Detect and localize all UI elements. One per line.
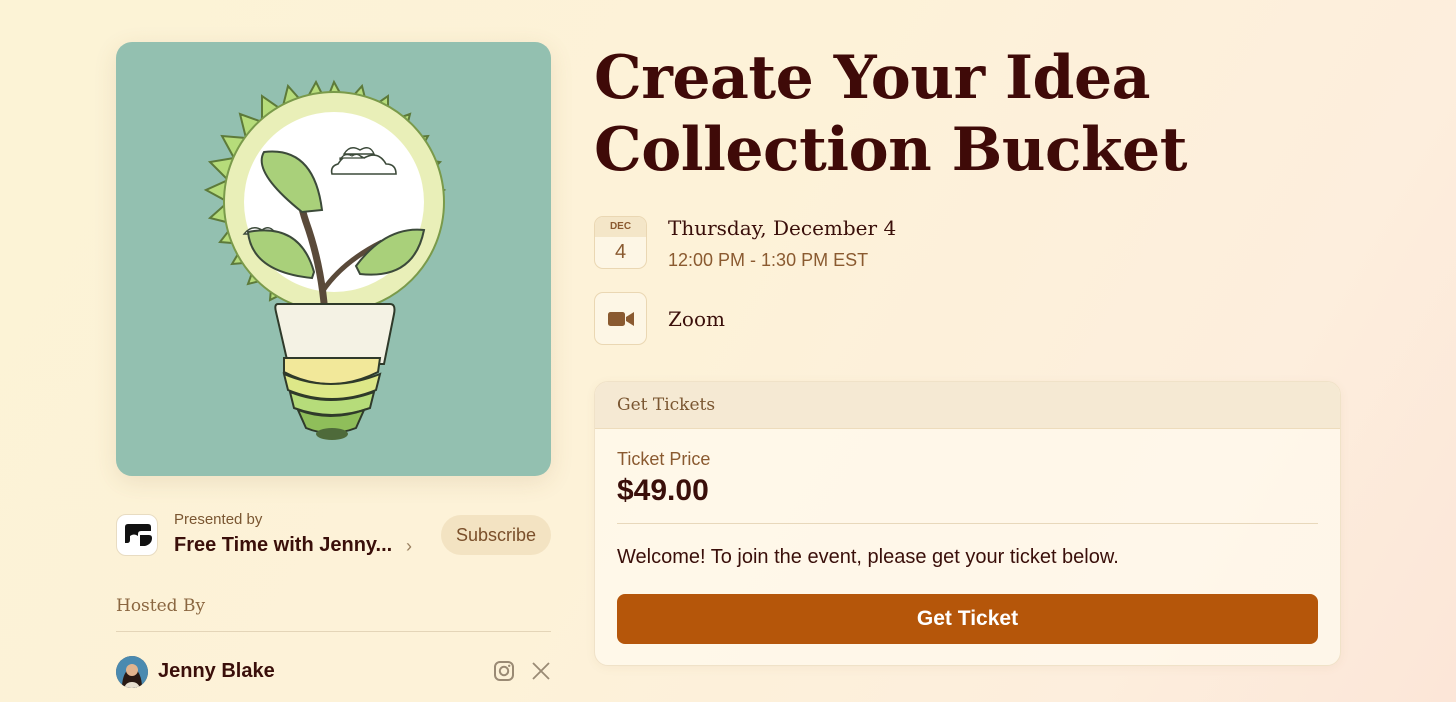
hosted-by-label: Hosted By [116,596,206,616]
x-icon[interactable] [531,661,551,681]
presenter-name-link[interactable]: Free Time with Jenny... [174,534,392,557]
ticket-price: $49.00 [617,474,709,507]
host-row[interactable]: Jenny Blake [116,656,551,688]
ticket-divider [617,523,1318,524]
calendar-brand-icon [125,524,152,546]
event-title-line-2: Collection Bucket [594,115,1187,185]
ticket-price-label: Ticket Price [617,449,711,469]
lightbulb-illustration [203,79,447,440]
avatar[interactable] [116,656,148,688]
date-day: 4 [614,241,627,263]
ticket-card-header: Get Tickets [595,382,1340,429]
location-label: Zoom [668,307,725,331]
ticket-card: Get Tickets Ticket Price $49.00 Welcome!… [594,381,1341,666]
date-month: DEC [595,217,646,237]
event-date: Thursday, December 4 [668,216,897,240]
ticket-welcome-message: Welcome! To join the event, please get y… [617,546,1119,568]
calendar-date-badge: DEC 4 [594,216,647,269]
event-title-line-1: Create Your Idea [594,43,1151,113]
host-name[interactable]: Jenny Blake [158,660,275,683]
chevron-right-icon: › [406,536,412,556]
presenter-logo[interactable] [116,514,158,556]
subscribe-button[interactable]: Subscribe [440,515,551,555]
presented-by-label: Presented by [174,511,263,528]
host-avatar-image [116,656,148,688]
get-ticket-button[interactable]: Get Ticket [617,594,1318,644]
video-camera-icon [607,311,634,326]
instagram-icon[interactable] [493,660,515,682]
presenter-row[interactable]: Presented by Free Time with Jenny... › S… [116,510,551,562]
event-cover-image [116,42,551,476]
hosted-by-divider [116,631,551,632]
event-title: Create Your Idea Collection Bucket [594,42,1354,186]
event-time: 12:00 PM - 1:30 PM EST [668,250,869,270]
location-icon-box [594,292,647,345]
